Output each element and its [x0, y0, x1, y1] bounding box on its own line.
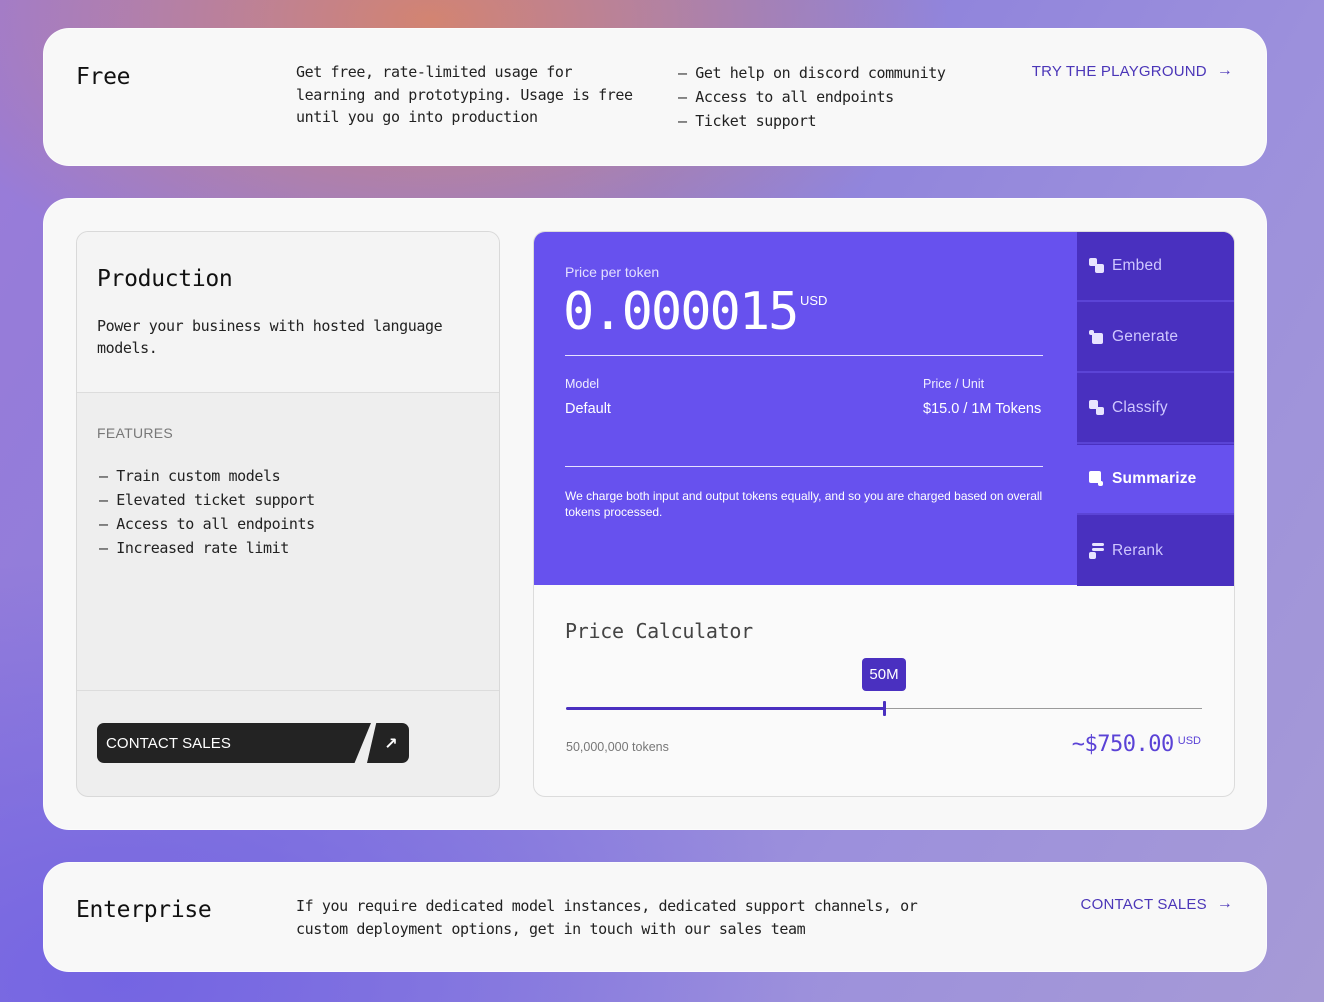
- pricing-panel: Price per token 0.000015 USD Model Defau…: [533, 231, 1235, 797]
- list-item: — Elevated ticket support: [99, 491, 315, 509]
- tab-classify[interactable]: Classify: [1077, 374, 1234, 444]
- tab-label: Rerank: [1112, 542, 1164, 559]
- unit-price-value: $15.0 / 1M Tokens: [923, 401, 1042, 417]
- enterprise-tier-card: Enterprise If you require dedicated mode…: [43, 862, 1267, 972]
- list-item: — Increased rate limit: [99, 539, 289, 557]
- tab-label: Summarize: [1112, 470, 1197, 487]
- list-item: — Get help on discord community: [678, 64, 946, 82]
- estimated-total: ~$750.00 USD: [1072, 732, 1201, 757]
- tab-generate[interactable]: Generate: [1077, 303, 1234, 373]
- arrow-up-right-icon[interactable]: ↗: [367, 723, 409, 763]
- price-calculator-title: Price Calculator: [565, 619, 753, 643]
- tab-label: Generate: [1112, 328, 1179, 345]
- free-tier-card: Free Get free, rate-limited usage for le…: [43, 28, 1267, 166]
- production-feature-list: — Train custom models — Elevated ticket …: [99, 464, 315, 560]
- arrow-right-icon: →: [1216, 62, 1233, 79]
- try-playground-label: TRY THE PLAYGROUND: [1031, 62, 1207, 80]
- price-per-token-label: Price per token: [565, 264, 660, 280]
- generate-icon: [1089, 329, 1105, 345]
- price-details: Price per token 0.000015 USD Model Defau…: [534, 232, 1077, 585]
- production-description: Power your business with hosted language…: [97, 317, 443, 357]
- model-value: Default: [565, 401, 611, 417]
- enterprise-tier-title: Enterprise: [76, 897, 212, 923]
- list-item: — Ticket support: [678, 112, 817, 130]
- summarize-icon: [1089, 471, 1105, 487]
- free-tier-title: Free: [76, 64, 131, 90]
- contact-sales-label: CONTACT SALES: [1080, 895, 1207, 913]
- classify-icon: [1089, 400, 1105, 416]
- price-currency: USD: [800, 293, 828, 308]
- tab-label: Embed: [1112, 257, 1163, 274]
- tab-rerank[interactable]: Rerank: [1077, 516, 1234, 586]
- free-feature-list: — Get help on discord community — Access…: [678, 61, 946, 133]
- contact-sales-button[interactable]: CONTACT SALES: [97, 723, 371, 763]
- rerank-icon: [1089, 543, 1105, 559]
- list-item: — Access to all endpoints: [678, 88, 894, 106]
- production-header: [77, 232, 499, 393]
- total-price: ~$750.00: [1071, 732, 1174, 757]
- list-item: — Train custom models: [99, 467, 281, 485]
- tab-embed[interactable]: Embed: [1077, 232, 1234, 302]
- token-slider-fill: [566, 707, 884, 710]
- model-label: Model: [565, 377, 600, 391]
- enterprise-tier-description: If you require dedicated model instances…: [296, 897, 918, 938]
- token-slider-handle[interactable]: [883, 701, 886, 716]
- divider: [565, 355, 1043, 356]
- pricing-note: We charge both input and output tokens e…: [565, 489, 1043, 519]
- endpoint-tabs: Embed Generate Classify Summarize Rerank: [1077, 232, 1234, 586]
- embed-icon: [1089, 258, 1105, 274]
- production-actions: CONTACT SALES ↗: [77, 690, 499, 796]
- production-info-panel: Production Power your business with host…: [76, 231, 500, 797]
- free-tier-description: Get free, rate-limited usage for learnin…: [296, 63, 633, 126]
- unit-price-label: Price / Unit: [923, 377, 985, 391]
- tab-label: Classify: [1112, 399, 1168, 416]
- list-item: — Access to all endpoints: [99, 515, 315, 533]
- divider: [565, 466, 1043, 467]
- try-playground-link[interactable]: TRY THE PLAYGROUND →: [1032, 62, 1233, 80]
- slider-value-badge: 50M: [862, 658, 906, 691]
- production-tier-card: Production Power your business with host…: [43, 198, 1267, 830]
- price-per-token-value: 0.000015: [563, 282, 799, 342]
- token-count: 50,000,000 tokens: [566, 740, 669, 754]
- total-currency: USD: [1177, 735, 1201, 747]
- contact-sales-link[interactable]: CONTACT SALES →: [1081, 895, 1233, 913]
- tab-summarize[interactable]: Summarize: [1077, 445, 1234, 515]
- production-title: Production: [97, 266, 233, 292]
- features-heading: FEATURES: [97, 425, 174, 441]
- arrow-right-icon: →: [1216, 895, 1233, 912]
